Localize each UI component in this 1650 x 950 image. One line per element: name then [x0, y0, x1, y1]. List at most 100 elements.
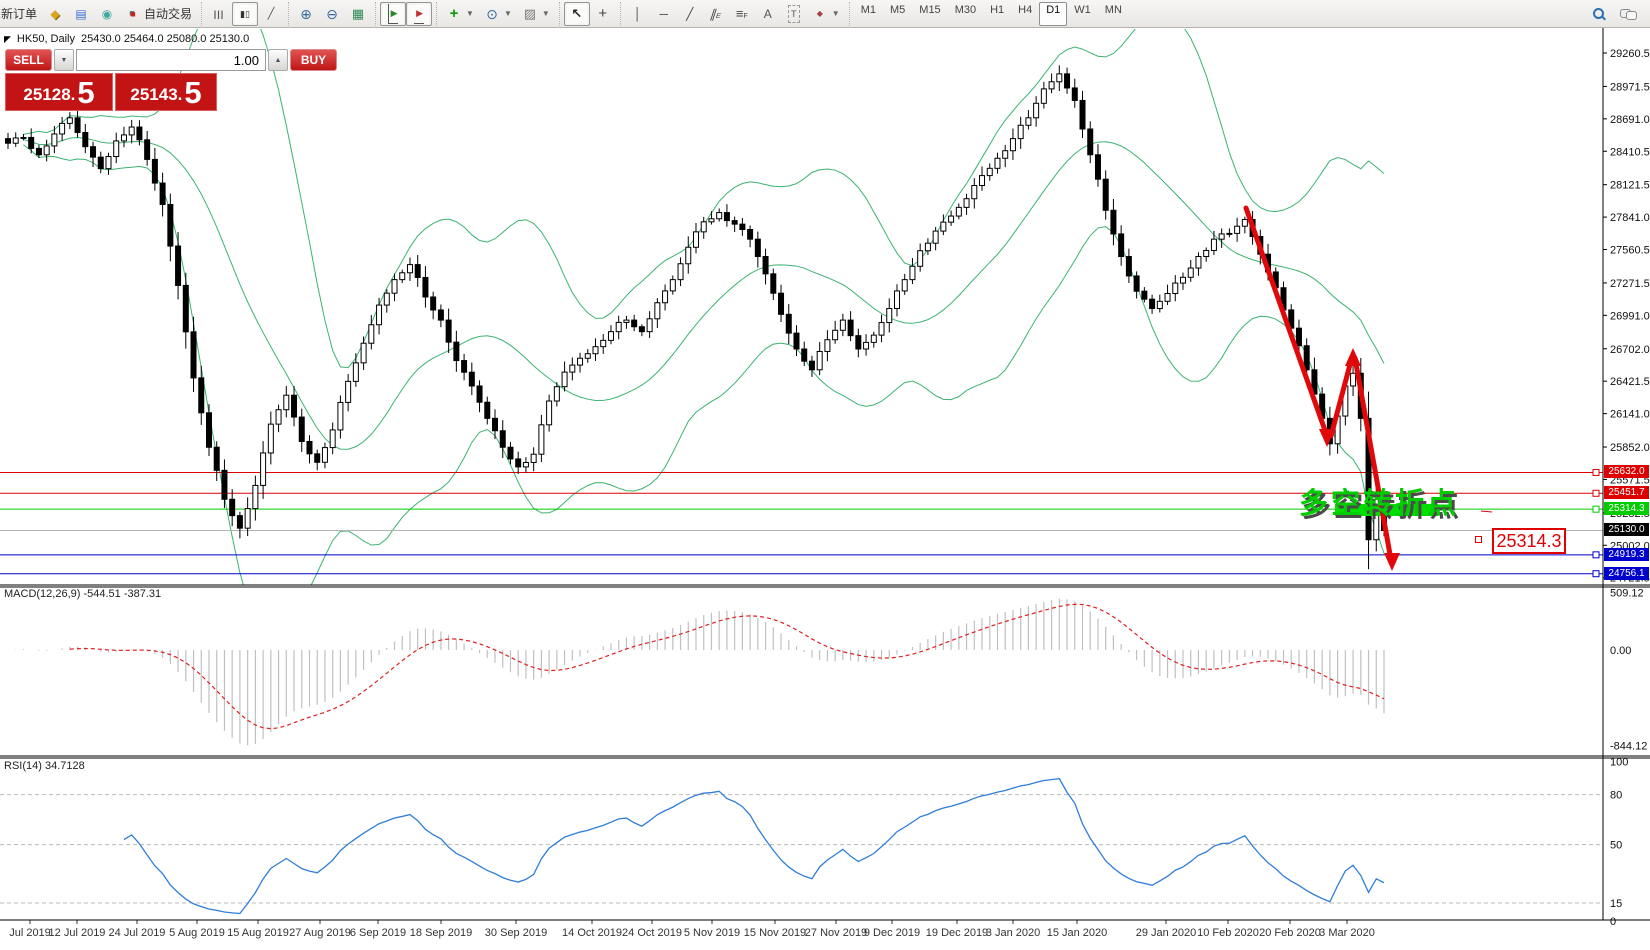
- timeframe-m1[interactable]: M1: [854, 2, 883, 26]
- timeframe-d1[interactable]: D1: [1039, 2, 1067, 26]
- candles-icon: [237, 6, 253, 22]
- auto-scroll-button[interactable]: [380, 2, 406, 26]
- candle-body: [1219, 234, 1224, 239]
- text-button[interactable]: [755, 2, 781, 26]
- chart-window-icon[interactable]: ◤: [4, 34, 11, 45]
- candle-body: [933, 231, 938, 243]
- candle-body: [52, 134, 57, 146]
- sell-button[interactable]: SELL: [5, 49, 52, 71]
- chevron-down-icon[interactable]: ▼: [466, 9, 474, 18]
- candle-body: [214, 447, 219, 470]
- time-axis-label: 3 Jan 2020: [986, 927, 1040, 939]
- rsi-axis-label: 50: [1610, 840, 1622, 852]
- zoom-out-button[interactable]: [319, 2, 345, 26]
- vertical-line-button[interactable]: [625, 2, 651, 26]
- chart-shift-button[interactable]: [406, 2, 432, 26]
- candle-body: [802, 349, 807, 361]
- timeframe-m30[interactable]: M30: [948, 2, 983, 26]
- timeframe-m5[interactable]: M5: [883, 2, 912, 26]
- candle-body: [1242, 220, 1247, 227]
- chart-window-button[interactable]: [42, 2, 68, 26]
- text-label-button[interactable]: [781, 2, 807, 26]
- level-handle[interactable]: [1593, 469, 1599, 475]
- chart-area[interactable]: 29260.528971.528691.028410.528121.527841…: [0, 28, 1650, 950]
- chevron-down-icon[interactable]: ▼: [542, 9, 550, 18]
- macd-histogram: [8, 599, 1384, 746]
- indicators-button[interactable]: ▼: [441, 2, 479, 26]
- candlestick-chart-button[interactable]: [232, 2, 258, 26]
- crosshair-button[interactable]: [590, 2, 616, 26]
- level-price-badge: 25451.7: [1604, 486, 1649, 499]
- tile-icon: [350, 6, 366, 22]
- line-chart-icon: [263, 6, 279, 22]
- candle-body: [361, 343, 366, 363]
- toolbar-group: ▼ ▼ ▼: [436, 2, 559, 26]
- candle-body: [508, 447, 513, 459]
- timeframe-mn[interactable]: MN: [1098, 2, 1129, 26]
- buy-button[interactable]: BUY: [290, 49, 337, 71]
- trendline-button[interactable]: [677, 2, 703, 26]
- candle-body: [686, 247, 691, 263]
- bollinger-middle-line: [23, 138, 1384, 450]
- callout-anchor-handle[interactable]: [1475, 536, 1482, 543]
- bar-chart-button[interactable]: [206, 2, 232, 26]
- price-tick-label: 26991.0: [1610, 310, 1650, 322]
- candle-body: [384, 293, 389, 305]
- timeframe-h4[interactable]: H4: [1011, 2, 1039, 26]
- signals-button[interactable]: [94, 2, 120, 26]
- candle-body: [531, 454, 536, 462]
- periods-button[interactable]: ▼: [479, 2, 517, 26]
- chat-icon[interactable]: [1620, 8, 1636, 20]
- candle-body: [13, 138, 18, 143]
- zoom-out-icon: [324, 6, 340, 22]
- candle-body: [1211, 239, 1216, 250]
- zoom-in-button[interactable]: [293, 2, 319, 26]
- rsi-value: 34.7128: [45, 760, 85, 772]
- level-handle[interactable]: [1593, 490, 1599, 496]
- timeframe-m15[interactable]: M15: [912, 2, 947, 26]
- cursor-button[interactable]: [564, 2, 590, 26]
- time-axis-label: 5 Aug 2019: [169, 927, 225, 939]
- search-icon[interactable]: [1592, 7, 1606, 21]
- candle-body: [206, 413, 211, 447]
- toolbar-group: [201, 2, 288, 26]
- level-handle[interactable]: [1593, 552, 1599, 558]
- arrows-button[interactable]: ▼: [807, 2, 845, 26]
- buy-price-display[interactable]: 25143. 5: [115, 73, 217, 111]
- candle-body: [562, 372, 567, 387]
- candle-body: [1026, 118, 1031, 125]
- time-axis-label: 5 Nov 2019: [684, 927, 740, 939]
- price-tick-label: 26421.5: [1610, 376, 1650, 388]
- gold-doc-icon: [47, 6, 63, 22]
- sell-price-display[interactable]: 25128. 5: [5, 73, 113, 111]
- candle-body: [701, 222, 706, 232]
- horizontal-line-button[interactable]: [651, 2, 677, 26]
- level-handle[interactable]: [1593, 571, 1599, 577]
- level-handle[interactable]: [1593, 506, 1599, 512]
- line-chart-button[interactable]: [258, 2, 284, 26]
- new-order-button[interactable]: 新订单: [0, 2, 42, 26]
- candle-body: [237, 516, 242, 529]
- candle-body: [709, 219, 714, 222]
- timeframe-h1[interactable]: H1: [983, 2, 1011, 26]
- volume-input[interactable]: [76, 49, 266, 71]
- timeframe-w1[interactable]: W1: [1067, 2, 1098, 26]
- candle-body: [6, 139, 11, 144]
- autotrading-button[interactable]: 自动交易: [120, 2, 197, 26]
- equidistant-channel-button[interactable]: [703, 2, 729, 26]
- candle-body: [1111, 210, 1116, 234]
- market-watch-button[interactable]: [68, 2, 94, 26]
- candle-body: [980, 176, 985, 186]
- tile-windows-button[interactable]: [345, 2, 371, 26]
- turning-point-annotation[interactable]: 多空转折点: [1299, 480, 1459, 522]
- volume-decrease-button[interactable]: ▼: [54, 49, 74, 71]
- fibonacci-button[interactable]: [729, 2, 755, 26]
- chevron-down-icon[interactable]: ▼: [504, 9, 512, 18]
- volume-increase-button[interactable]: ▲: [268, 49, 288, 71]
- candle-body: [894, 291, 899, 309]
- templates-button[interactable]: ▼: [517, 2, 555, 26]
- price-callout-label[interactable]: 25314.3: [1492, 528, 1566, 554]
- candle-body: [918, 251, 923, 267]
- chevron-down-icon[interactable]: ▼: [832, 9, 840, 18]
- macd-axis-label: -844.12: [1610, 740, 1647, 752]
